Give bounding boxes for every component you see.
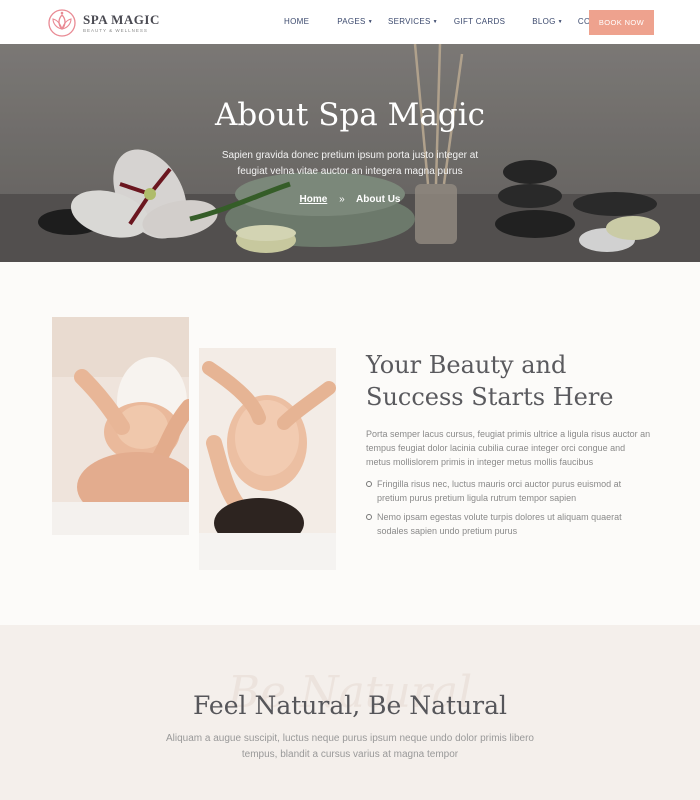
massage-photo-1 — [52, 317, 189, 535]
lotus-logo-icon — [48, 9, 76, 37]
face-massage-image — [199, 348, 336, 570]
bullet-circle-icon — [366, 514, 372, 520]
breadcrumb-current: About Us — [356, 194, 401, 205]
list-item-text: Nemo ipsam egestas volute turpis dolores… — [377, 512, 622, 536]
nav-item-blog[interactable]: BLOG ▼ — [532, 17, 563, 26]
nav-item-gift-cards[interactable]: GIFT CARDS — [454, 17, 505, 26]
nav-item-services[interactable]: SERVICES ▼ — [388, 17, 438, 26]
book-now-button[interactable]: BOOK NOW — [589, 10, 654, 35]
breadcrumb-separator: » — [339, 194, 345, 205]
section-subtitle: Aliquam a augue suscipit, luctus neque p… — [166, 733, 534, 760]
main-nav: HOME PAGES ▼ SERVICES ▼ GIFT CARDS BLOG … — [284, 17, 624, 26]
brand-name: SPA MAGIC — [83, 11, 160, 27]
nav-item-label: SERVICES — [387, 17, 431, 26]
nav-item-pages[interactable]: PAGES ▼ — [337, 17, 373, 26]
page-title: About Spa Magic — [215, 97, 485, 133]
hero-banner: About Spa Magic Sapien gravida donec pre… — [0, 44, 700, 262]
caret-down-icon: ▼ — [432, 18, 438, 25]
brand-tagline: BEAUTY & WELLNESS — [83, 27, 148, 33]
list-item: Fringilla risus nec, luctus mauris orci … — [366, 477, 651, 505]
caret-down-icon: ▼ — [367, 18, 373, 25]
nav-item-label: HOME — [284, 17, 310, 26]
site-header: SPA MAGIC BEAUTY & WELLNESS HOME PAGES ▼… — [0, 0, 700, 44]
logo[interactable]: SPA MAGIC BEAUTY & WELLNESS — [47, 8, 160, 38]
face-massage-image — [52, 317, 189, 535]
about-list: Fringilla risus nec, luctus mauris orci … — [366, 477, 651, 543]
natural-section: Be Natural Feel Natural, Be Natural Aliq… — [0, 625, 700, 800]
nav-item-label: PAGES — [337, 17, 366, 26]
about-section: Your Beauty and Success Starts Here Port… — [0, 262, 700, 625]
section-title: Feel Natural, Be Natural — [192, 691, 508, 720]
nav-item-label: GIFT CARDS — [453, 17, 506, 26]
about-paragraph: Porta semper lacus cursus, feugiat primi… — [366, 429, 651, 467]
breadcrumb-home-link[interactable]: Home — [299, 194, 327, 205]
massage-photo-2 — [199, 348, 336, 570]
nav-item-label: BLOG — [532, 17, 556, 26]
about-heading: Your Beauty and Success Starts Here — [366, 351, 614, 411]
caret-down-icon: ▼ — [557, 18, 563, 25]
bullet-circle-icon — [366, 481, 372, 487]
nav-item-home[interactable]: HOME — [284, 17, 309, 26]
hero-subtitle: Sapien gravida donec pretium ipsum porta… — [221, 150, 479, 177]
list-item-text: Fringilla risus nec, luctus mauris orci … — [377, 479, 622, 503]
breadcrumb: Home » About Us — [0, 194, 700, 205]
list-item: Nemo ipsam egestas volute turpis dolores… — [366, 510, 651, 538]
